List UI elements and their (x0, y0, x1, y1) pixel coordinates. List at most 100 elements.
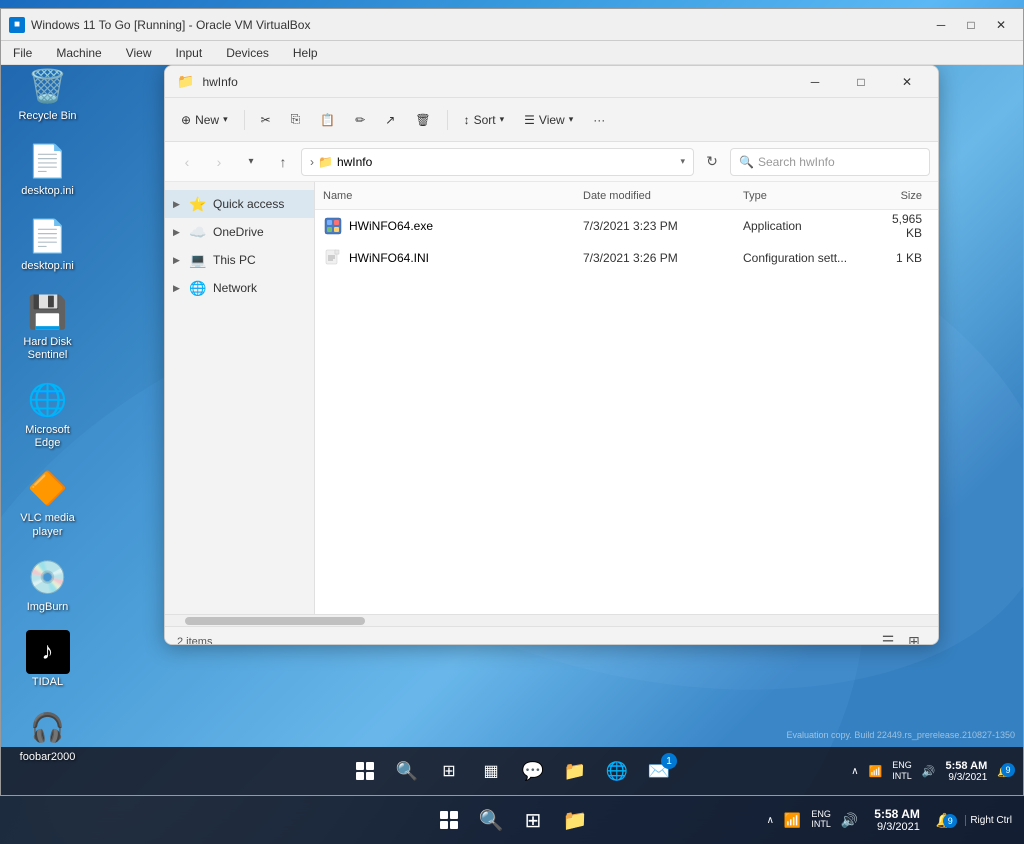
copy-icon: ⎘ (291, 112, 301, 127)
vbox-menu-file[interactable]: File (9, 44, 36, 62)
nav-sidebar: ▶ ⭐ Quick access ▶ ☁️ OneDrive ▶ (165, 182, 315, 614)
column-size[interactable]: Size (883, 190, 930, 202)
network-label: Network (213, 281, 257, 295)
desktop-icon-tidal[interactable]: ♪ TIDAL (10, 626, 85, 693)
vm-network-icon[interactable]: 📶 (865, 763, 887, 780)
desktop-icon-vlc[interactable]: 🔶 VLC media player (10, 462, 85, 542)
vm-edge-button[interactable]: 🌐 (597, 751, 637, 791)
more-button[interactable]: ··· (585, 104, 613, 136)
desktop-icon-desktop-ini-1[interactable]: 📄 desktop.ini (10, 135, 85, 202)
vm-widgets-button[interactable]: ▦ (471, 751, 511, 791)
vm-search-button[interactable]: 🔍 (387, 751, 427, 791)
vm-mail-button[interactable]: ✉️ 1 (639, 751, 679, 791)
vm-desktop: 📁 hwInfo ─ □ ✕ ⊕ New (1, 65, 1023, 795)
host-start-button[interactable] (429, 800, 469, 840)
host-tray-chevron[interactable]: ∧ (763, 813, 778, 828)
host-clock[interactable]: 5:58 AM 9/3/2021 (866, 807, 928, 833)
up-button[interactable]: ↑ (269, 148, 297, 176)
new-dropdown-icon: ▾ (223, 114, 228, 125)
vbox-menu-help[interactable]: Help (289, 44, 322, 62)
host-time: 5:58 AM (874, 807, 920, 821)
column-name[interactable]: Name (323, 190, 583, 202)
address-bar[interactable]: › 📁 hwInfo ▾ (301, 148, 694, 176)
host-taskview-button[interactable]: ⊞ (513, 800, 553, 840)
this-pc-icon: 💻 (189, 252, 207, 269)
vbox-title-left: ■ Windows 11 To Go [Running] - Oracle VM… (9, 17, 310, 33)
vbox-menu-machine[interactable]: Machine (52, 44, 105, 62)
desktop-ini-1-label: desktop.ini (21, 185, 74, 198)
desktop-icon-edge[interactable]: 🌐 Microsoft Edge (10, 374, 85, 454)
vbox-window: ■ Windows 11 To Go [Running] - Oracle VM… (0, 8, 1024, 796)
host-taskview-icon: ⊞ (525, 808, 542, 833)
scrollbar-thumb[interactable] (185, 617, 365, 625)
vm-lang-indicator[interactable]: ENGINTL (888, 758, 916, 784)
tile-view-button[interactable]: ⊞ (902, 631, 926, 646)
sort-button[interactable]: ↕ Sort ▾ (456, 104, 513, 136)
explorer-toolbar: ⊕ New ▾ ✂ ⎘ 📋 (165, 98, 938, 142)
desktop-icon-foobar2000[interactable]: 🎧 foobar2000 (10, 701, 85, 768)
address-dropdown-icon: ▾ (680, 156, 685, 167)
vm-file-explorer-button[interactable]: 📁 (555, 751, 595, 791)
sidebar-item-network[interactable]: ▶ 🌐 Network (165, 274, 314, 302)
sidebar-item-this-pc[interactable]: ▶ 💻 This PC (165, 246, 314, 274)
host-network-icon[interactable]: 📶 (780, 810, 805, 831)
desktop-icon-recycle-bin[interactable]: 🗑️ Recycle Bin (10, 60, 85, 127)
vm-start-button[interactable] (345, 751, 385, 791)
view-label: View (539, 113, 565, 127)
desktop-icon-desktop-ini-2[interactable]: 📄 desktop.ini (10, 210, 85, 277)
list-view-button[interactable]: ☰ (876, 631, 900, 646)
host-file-explorer-button[interactable]: 📁 (555, 800, 595, 840)
vbox-menu-input[interactable]: Input (172, 44, 207, 62)
vm-content: 📁 hwInfo ─ □ ✕ ⊕ New (1, 65, 1023, 795)
view-icon: ☰ (524, 113, 535, 127)
explorer-close-button[interactable]: ✕ (884, 66, 930, 98)
vm-taskview-button[interactable]: ⊞ (429, 751, 469, 791)
vm-speaker-icon[interactable]: 🔊 (918, 763, 940, 780)
vm-tray-chevron[interactable]: ∧ (847, 764, 862, 779)
desktop-icons: 🗑️ Recycle Bin 📄 desktop.ini 📄 desktop.i… (10, 60, 85, 768)
vm-chat-button[interactable]: 💬 (513, 751, 553, 791)
file-row-hwinfo64-ini[interactable]: HWiNFO64.INI 7/3/2021 3:26 PM Configurat… (315, 242, 938, 274)
desktop-icon-imgburn[interactable]: 💿 ImgBurn (10, 551, 85, 618)
file-row-hwinfo64-exe[interactable]: HWiNFO64.exe 7/3/2021 3:23 PM Applicatio… (315, 210, 938, 242)
column-type[interactable]: Type (743, 190, 883, 202)
vm-clock[interactable]: 5:58 AM 9/3/2021 (942, 760, 992, 783)
vbox-maximize-button[interactable]: □ (957, 14, 985, 36)
vm-taskbar-right: ∧ 📶 ENGINTL 🔊 5:58 AM 9/3/2021 🔔 9 (847, 758, 1023, 784)
rename-button[interactable]: ✏ (347, 104, 373, 136)
cut-button[interactable]: ✂ (253, 104, 279, 136)
delete-button[interactable]: 🗑 (407, 104, 438, 136)
forward-button[interactable]: › (205, 148, 233, 176)
sidebar-item-onedrive[interactable]: ▶ ☁️ OneDrive (165, 218, 314, 246)
paste-button[interactable]: 📋 (312, 104, 343, 136)
recent-locations-button[interactable]: ▾ (237, 148, 265, 176)
column-date[interactable]: Date modified (583, 190, 743, 202)
vbox-menu-view[interactable]: View (122, 44, 156, 62)
vm-notification-button[interactable]: 🔔 9 (993, 763, 1015, 780)
desktop-ini-2-icon: 📄 (26, 214, 70, 258)
new-button[interactable]: ⊕ New ▾ (173, 104, 236, 136)
sidebar-item-quick-access[interactable]: ▶ ⭐ Quick access (165, 190, 314, 218)
host-lang-indicator[interactable]: ENGINTL (807, 808, 835, 832)
host-speaker-icon[interactable]: 🔊 (837, 810, 862, 831)
imgburn-icon: 💿 (26, 555, 70, 599)
desktop-icon-hard-disk-sentinel[interactable]: 💾 Hard Disk Sentinel (10, 286, 85, 366)
share-button[interactable]: ↗ (377, 104, 403, 136)
vbox-minimize-button[interactable]: ─ (927, 14, 955, 36)
vbox-close-button[interactable]: ✕ (987, 14, 1015, 36)
explorer-title-left: 📁 hwInfo (177, 73, 238, 90)
quick-access-icon: ⭐ (189, 196, 207, 213)
explorer-minimize-button[interactable]: ─ (792, 66, 838, 98)
onedrive-label: OneDrive (213, 225, 264, 239)
explorer-maximize-button[interactable]: □ (838, 66, 884, 98)
vbox-menu-devices[interactable]: Devices (222, 44, 273, 62)
host-search-button[interactable]: 🔍 (471, 800, 511, 840)
refresh-button[interactable]: ↻ (698, 148, 726, 176)
quick-access-arrow: ▶ (173, 199, 183, 210)
view-button[interactable]: ☰ View ▾ (516, 104, 581, 136)
search-bar[interactable]: 🔍 Search hwInfo (730, 148, 930, 176)
back-button[interactable]: ‹ (173, 148, 201, 176)
copy-button[interactable]: ⎘ (283, 104, 309, 136)
tidal-icon: ♪ (26, 630, 70, 674)
file-date-exe: 7/3/2021 3:23 PM (583, 219, 743, 233)
